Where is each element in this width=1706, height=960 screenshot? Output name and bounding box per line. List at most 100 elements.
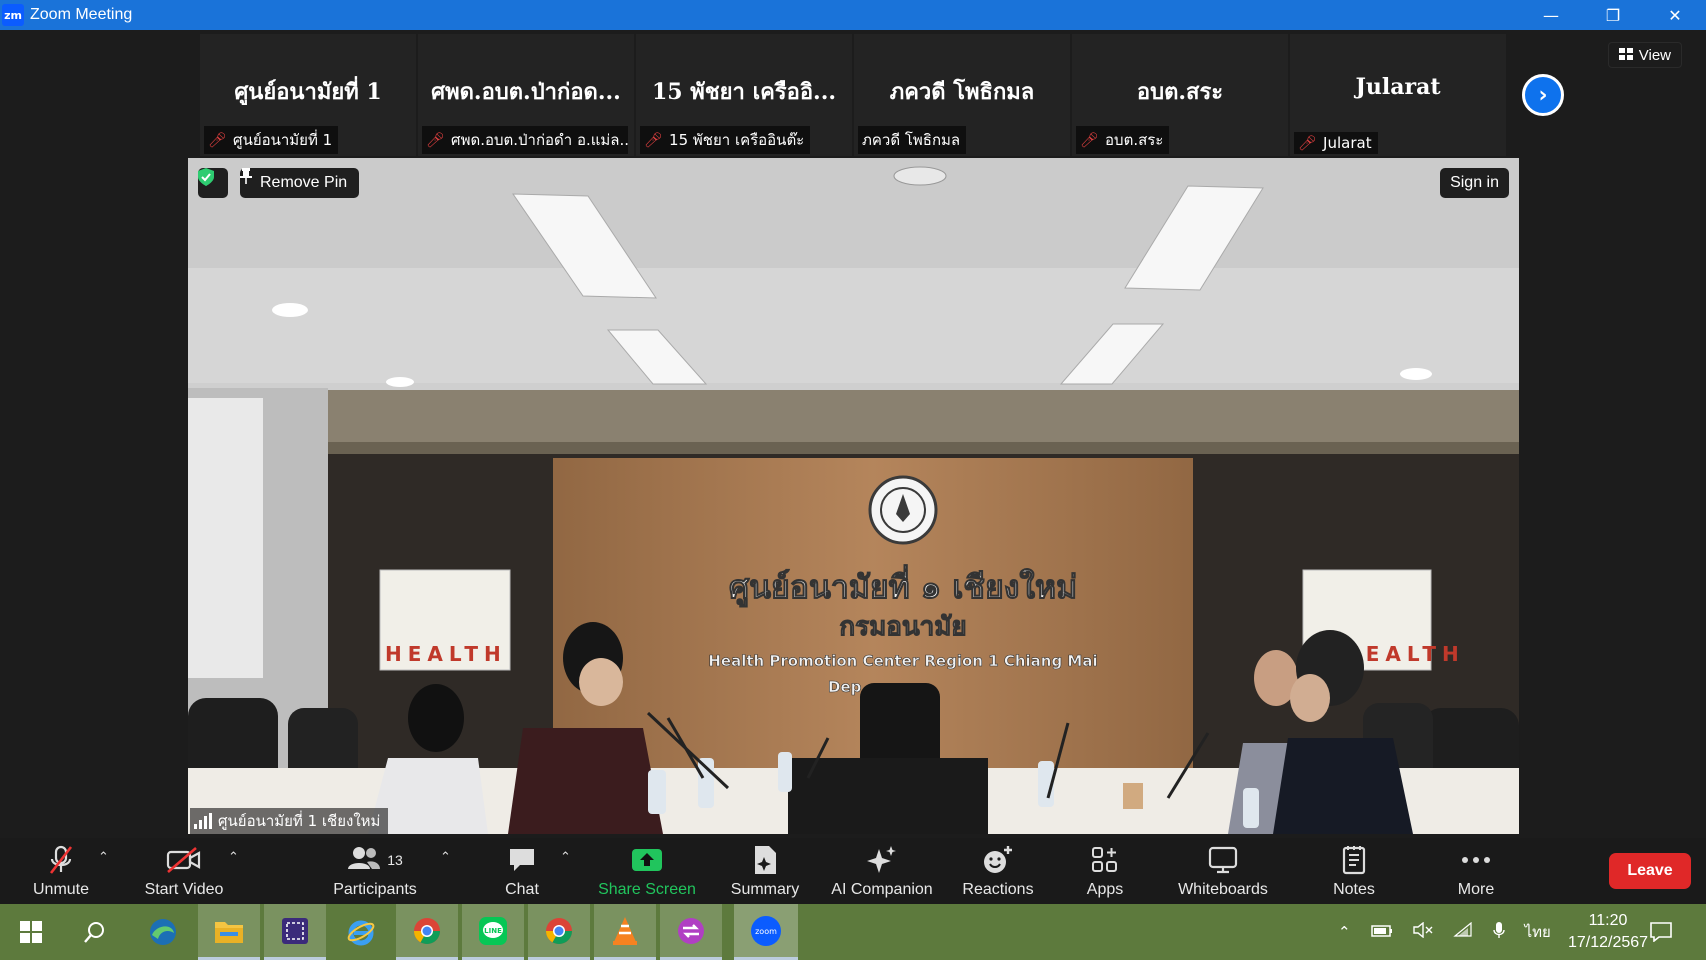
participants-options-chevron-icon[interactable]: ⌃: [440, 850, 451, 865]
participants-button[interactable]: 13 Participants: [326, 838, 424, 904]
snipping-tool-icon[interactable]: [264, 904, 326, 960]
participant-tile[interactable]: ศพด.อบต.ป่าก่อด... 🎤︎ ศพด.อบต.ป่าก่อดำ อ.…: [418, 34, 634, 156]
video-options-chevron-icon[interactable]: ⌃: [228, 850, 239, 865]
wall-sign-line1: ศูนย์อนามัยที่ ๑ เชียงใหม่: [729, 564, 1077, 608]
mic-muted-icon: 🎤︎: [1298, 134, 1318, 152]
start-video-button[interactable]: Start Video: [138, 838, 230, 904]
unmute-label: Unmute: [32, 881, 90, 898]
internet-explorer-icon[interactable]: [330, 904, 392, 960]
participant-tile[interactable]: ภควดี โพธิกมล ภควดี โพธิกมล: [854, 34, 1070, 156]
audio-options-chevron-icon[interactable]: ⌃: [98, 850, 109, 865]
remove-pin-button[interactable]: Remove Pin: [240, 168, 360, 198]
mic-muted-icon: 🎤︎: [644, 131, 664, 149]
pinned-video: HEALTH HEALTH ศูนย์อนามัยที่ ๑ เชียงใหม่…: [188, 158, 1519, 834]
participant-display-name: Jularat: [1355, 74, 1441, 100]
chat-options-chevron-icon[interactable]: ⌃: [560, 850, 571, 865]
chrome-icon[interactable]: [396, 904, 458, 960]
sign-in-button[interactable]: Sign in: [1440, 168, 1509, 198]
ai-companion-label: AI Companion: [831, 881, 933, 898]
notification-center-icon[interactable]: [1630, 904, 1692, 960]
participant-tile[interactable]: 15 พัชยา เครืออิ... 🎤︎ 15 พัชยา เครืออินต…: [636, 34, 852, 156]
participant-label: ศพด.อบต.ป่าก่อดำ อ.แม่ล...: [451, 131, 628, 149]
whiteboards-label: Whiteboards: [1178, 881, 1268, 898]
participant-label: ภควดี โพธิกมล: [862, 131, 961, 149]
participants-label: Participants: [333, 881, 417, 898]
participant-tile[interactable]: Jularat 🎤︎ Jularat: [1290, 34, 1506, 156]
mic-muted-icon: 🎤︎: [208, 131, 228, 149]
notes-button[interactable]: Notes: [1328, 838, 1380, 904]
chat-button[interactable]: Chat: [496, 838, 548, 904]
apps-button[interactable]: Apps: [1082, 838, 1128, 904]
search-icon[interactable]: [64, 904, 126, 960]
wifi-icon[interactable]: [1452, 921, 1473, 942]
next-page-arrow-icon[interactable]: ›: [1522, 74, 1564, 116]
windows-start-icon[interactable]: [0, 904, 62, 960]
line-app-icon[interactable]: LINE: [462, 904, 524, 960]
reactions-emoji-icon: [982, 843, 1014, 877]
summary-icon: [752, 843, 778, 877]
restore-button[interactable]: ❐: [1582, 0, 1644, 30]
speaker-name: ศูนย์อนามัยที่ 1 เชียงใหม่: [218, 812, 381, 830]
video-off-icon: [166, 843, 202, 877]
participants-count: 13: [387, 852, 403, 868]
participants-icon: [347, 845, 381, 876]
ai-sparkle-icon: [865, 843, 899, 877]
speaker-name-overlay: ศูนย์อนามัยที่ 1 เชียงใหม่: [190, 808, 389, 834]
whiteboard-icon: [1208, 843, 1238, 877]
edge-beta-icon[interactable]: [132, 904, 194, 960]
leave-button[interactable]: Leave: [1609, 853, 1691, 889]
input-language-indicator[interactable]: ไทย: [1525, 920, 1551, 944]
participant-tile[interactable]: ศูนย์อนามัยที่ 1 🎤︎ ศูนย์อนามัยที่ 1: [200, 34, 416, 156]
meeting-area: View ศูนย์อนามัยที่ 1 🎤︎ ศูนย์อนามัยที่ 1…: [0, 30, 1706, 838]
show-hidden-icons-chevron-icon[interactable]: ⌃: [1338, 923, 1351, 941]
share-screen-label: Share Screen: [598, 881, 696, 898]
ai-companion-button[interactable]: AI Companion: [826, 838, 938, 904]
start-video-label: Start Video: [144, 881, 224, 898]
security-shield-icon[interactable]: [198, 168, 228, 198]
share-screen-button[interactable]: Share Screen: [594, 838, 700, 904]
participant-label: อบต.สระ: [1105, 131, 1164, 149]
zoom-taskbar-icon[interactable]: zoom: [734, 904, 798, 960]
participant-strip: ศูนย์อนามัยที่ 1 🎤︎ ศูนย์อนามัยที่ 1 ศพด.…: [200, 34, 1506, 156]
chrome-icon[interactable]: [528, 904, 590, 960]
participant-display-name: 15 พัชยา เครืออิ...: [651, 79, 837, 105]
participant-label: ศูนย์อนามัยที่ 1: [233, 131, 333, 149]
meeting-room-scene: HEALTH HEALTH ศูนย์อนามัยที่ ๑ เชียงใหม่…: [188, 158, 1519, 834]
battery-icon[interactable]: [1370, 924, 1393, 941]
wall-sign-line3: Health Promotion Center Region 1 Chiang …: [708, 652, 1097, 670]
system-tray: ⌃ ไทย: [1338, 904, 1551, 960]
windows-taskbar: LINE zoom ⌃ ไทย 11:20 17/12/2567: [0, 904, 1706, 960]
chat-label: Chat: [505, 881, 539, 898]
vlc-icon[interactable]: [594, 904, 656, 960]
view-label: View: [1638, 46, 1671, 64]
more-dots-icon: [1461, 843, 1491, 877]
file-explorer-icon[interactable]: [198, 904, 260, 960]
unmute-button[interactable]: Unmute: [26, 838, 96, 904]
participant-label: 15 พัชยา เครืออินต๊ะ: [669, 131, 805, 149]
minimize-button[interactable]: —: [1520, 0, 1582, 30]
view-button[interactable]: View: [1607, 42, 1682, 68]
wall-sign-line4: Dep: [828, 678, 862, 696]
poster-text-left: HEALTH: [385, 642, 507, 666]
notes-icon: [1342, 843, 1366, 877]
participant-tile[interactable]: อบต.สระ 🎤︎ อบต.สระ: [1072, 34, 1288, 156]
participant-display-name: อบต.สระ: [1136, 79, 1224, 105]
mic-muted-icon: [48, 843, 74, 877]
pdf-tool-icon[interactable]: [660, 904, 722, 960]
whiteboards-button[interactable]: Whiteboards: [1172, 838, 1274, 904]
apps-label: Apps: [1086, 881, 1124, 898]
reactions-button[interactable]: Reactions: [960, 838, 1036, 904]
mic-muted-icon: 🎤︎: [1080, 131, 1100, 149]
participant-display-name: ศูนย์อนามัยที่ 1: [234, 79, 382, 105]
more-button[interactable]: More: [1450, 838, 1502, 904]
volume-muted-icon[interactable]: [1412, 921, 1433, 942]
remove-pin-label: Remove Pin: [260, 174, 348, 191]
summary-label: Summary: [730, 881, 800, 898]
close-button[interactable]: ✕: [1644, 0, 1706, 30]
chat-icon: [508, 843, 536, 877]
summary-button[interactable]: Summary: [726, 838, 804, 904]
reactions-label: Reactions: [962, 881, 1034, 898]
share-screen-icon: [631, 843, 663, 877]
grid-icon: [1618, 47, 1633, 64]
microphone-icon[interactable]: [1492, 921, 1505, 943]
